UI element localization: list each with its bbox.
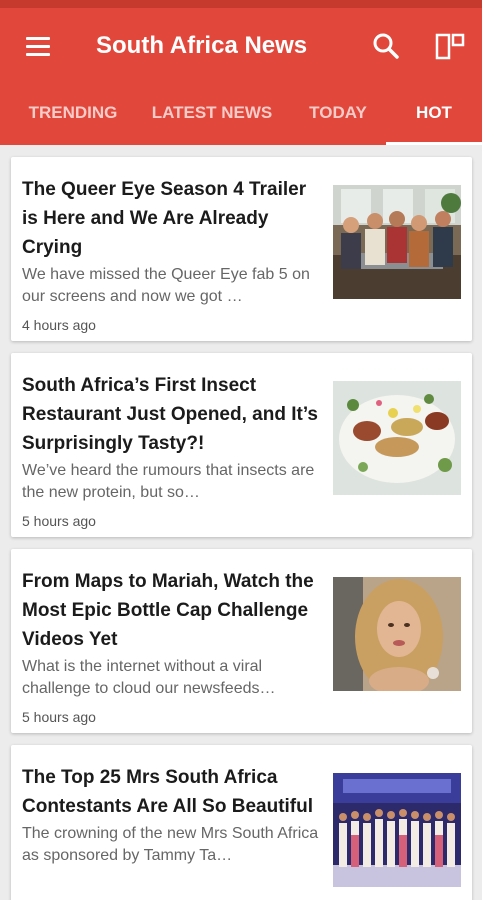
article-thumbnail[interactable] <box>333 381 461 495</box>
article-timestamp: 4 hours ago <box>22 317 96 333</box>
status-bar <box>0 0 482 8</box>
article-title[interactable]: The Top 25 Mrs South Africa Contestants … <box>22 763 322 821</box>
queer-eye-cast-photo <box>333 185 461 299</box>
article-text: From Maps to Mariah, Watch the Most Epic… <box>22 567 322 727</box>
tab-latest-news[interactable]: LATEST NEWS <box>146 84 278 145</box>
tab-bar: TRENDING LATEST NEWS TODAY HOT <box>0 84 482 145</box>
article-thumbnail[interactable] <box>333 773 461 887</box>
article-title[interactable]: The Queer Eye Season 4 Trailer is Here a… <box>22 175 322 262</box>
mrs-south-africa-contestants-photo <box>333 773 461 887</box>
menu-bar-line <box>26 44 50 48</box>
article-card[interactable]: South Africa’s First Insect Restaurant J… <box>11 353 472 537</box>
article-timestamp: 5 hours ago <box>22 513 96 529</box>
toolbar: South Africa News <box>0 8 482 84</box>
tab-trending[interactable]: TRENDING <box>0 84 146 145</box>
layout-toggle-icon[interactable] <box>434 28 466 64</box>
article-timestamp: 5 hours ago <box>22 709 96 725</box>
article-title[interactable]: From Maps to Mariah, Watch the Most Epic… <box>22 567 322 654</box>
article-text: The Top 25 Mrs South Africa Contestants … <box>22 763 322 874</box>
article-card[interactable]: The Top 25 Mrs South Africa Contestants … <box>11 745 472 900</box>
article-snippet: What is the internet without a viral cha… <box>22 658 276 697</box>
article-card[interactable]: The Queer Eye Season 4 Trailer is Here a… <box>11 157 472 341</box>
menu-bar-line <box>26 52 50 56</box>
article-thumbnail[interactable] <box>333 185 461 299</box>
app-title: South Africa News <box>96 32 308 59</box>
insect-dish-photo <box>333 381 461 495</box>
article-card[interactable]: From Maps to Mariah, Watch the Most Epic… <box>11 549 472 733</box>
tab-hot[interactable]: HOT <box>386 84 482 145</box>
article-title[interactable]: South Africa’s First Insect Restaurant J… <box>22 371 322 458</box>
article-snippet: The crowning of the new Mrs South Africa… <box>22 825 319 864</box>
app-bar: South Africa News TRENDING LATEST NEWS T… <box>0 8 482 145</box>
article-text: South Africa’s First Insect Restaurant J… <box>22 371 322 531</box>
article-feed[interactable]: The Queer Eye Season 4 Trailer is Here a… <box>0 145 482 900</box>
hamburger-menu-icon[interactable] <box>20 28 56 64</box>
article-text: The Queer Eye Season 4 Trailer is Here a… <box>22 175 322 335</box>
article-thumbnail[interactable] <box>333 577 461 691</box>
menu-bar-line <box>26 36 50 40</box>
article-snippet: We’ve heard the rumours that insects are… <box>22 462 315 501</box>
article-snippet: We have missed the Queer Eye fab 5 on ou… <box>22 266 310 305</box>
search-icon[interactable] <box>370 30 402 62</box>
tab-today[interactable]: TODAY <box>294 84 382 145</box>
mariah-carey-photo <box>333 577 461 691</box>
